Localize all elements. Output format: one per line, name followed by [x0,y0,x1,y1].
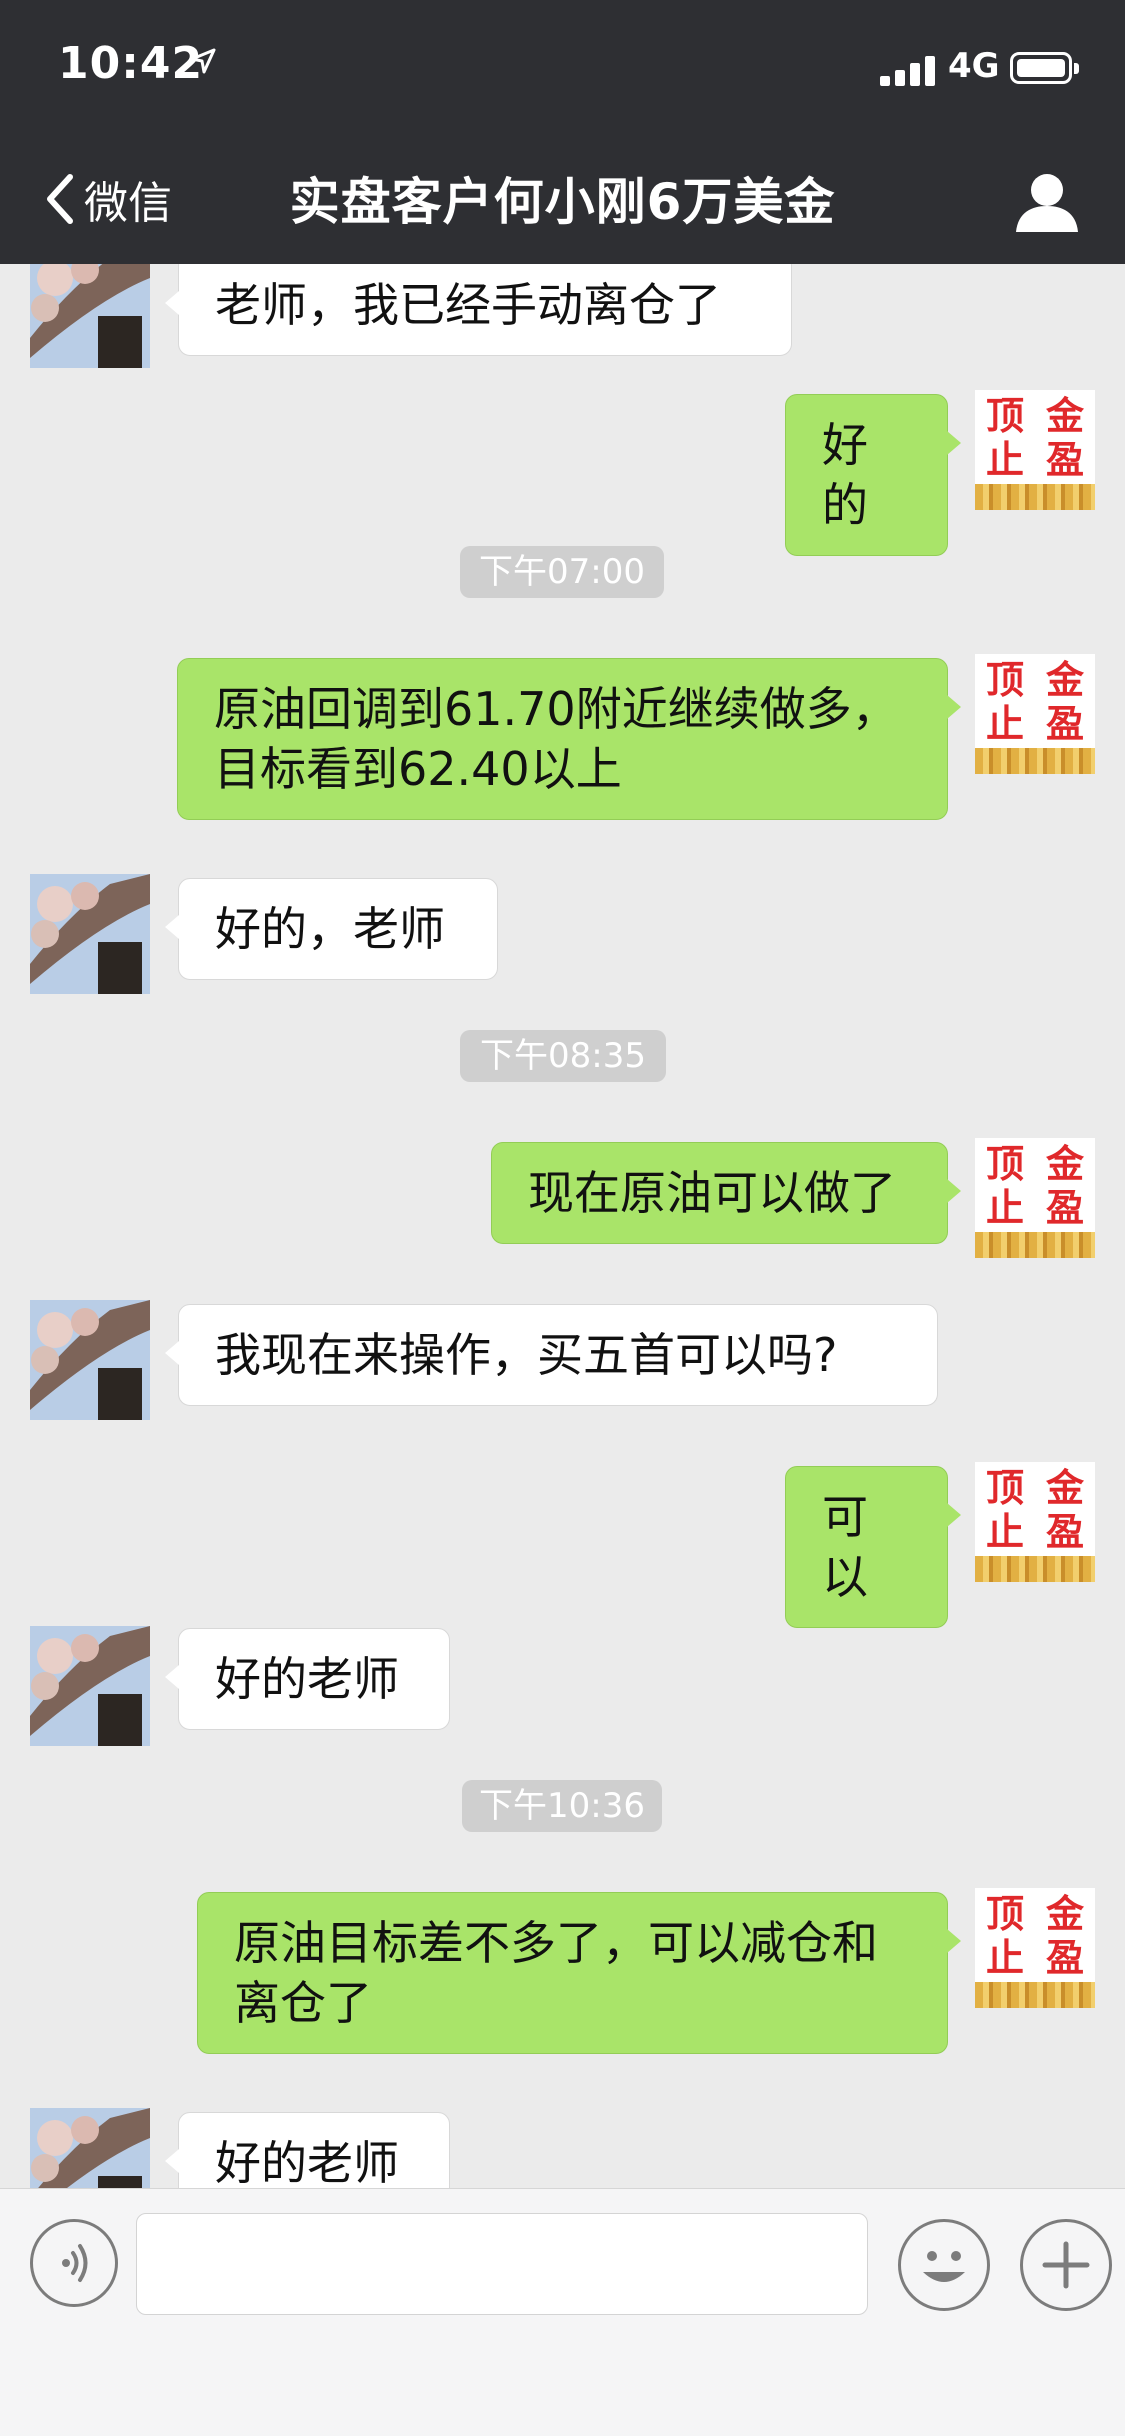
status-time: 10:42 [58,38,204,89]
contact-avatar[interactable] [30,264,150,368]
contact-info-button[interactable] [1012,170,1082,238]
coins-decoration [975,1232,1095,1258]
voice-button[interactable] [30,2219,118,2307]
network-type: 4G [948,46,1000,86]
self-avatar[interactable]: 顶 金 止 盈 [975,1888,1095,2008]
self-avatar[interactable]: 顶 金 止 盈 [975,654,1095,774]
emoji-button[interactable] [898,2219,990,2311]
wechat-chat-screen: 10:42 4G 微信 实盘客户何小刚6万美金 老师，我已经手动离仓了 好的 顶… [0,0,1125,2436]
contact-avatar[interactable] [30,1300,150,1420]
incoming-message-bubble[interactable]: 好的，老师 [165,878,498,980]
self-avatar[interactable]: 顶 金 止 盈 [975,390,1095,510]
incoming-message-bubble[interactable]: 我现在来操作，买五首可以吗? [165,1304,938,1406]
outgoing-message-bubble[interactable]: 原油目标差不多了，可以减仓和 离仓了 [197,1892,961,2054]
self-avatar[interactable]: 顶 金 止 盈 [975,1138,1095,1258]
contact-avatar[interactable] [30,2108,150,2188]
header: 10:42 4G 微信 实盘客户何小刚6万美金 [0,0,1125,264]
nav-bar: 微信 实盘客户何小刚6万美金 [0,132,1125,264]
message-input[interactable] [136,2213,868,2315]
contact-avatar[interactable] [30,1626,150,1746]
cellular-signal-icon [880,56,936,86]
location-arrow-icon [190,48,216,78]
battery-icon [1010,52,1079,84]
plus-icon [1042,2241,1090,2289]
incoming-message-bubble[interactable]: 好的老师 [165,2112,450,2188]
timestamp: 下午08:35 [460,1030,666,1082]
self-avatar[interactable]: 顶 金 止 盈 [975,1462,1095,1582]
person-icon [1016,174,1078,232]
outgoing-message-bubble[interactable]: 现在原油可以做了 [491,1142,961,1244]
timestamp: 下午07:00 [460,546,664,598]
outgoing-message-bubble[interactable]: 好的 [785,394,961,556]
incoming-message-bubble[interactable]: 老师，我已经手动离仓了 [165,264,792,356]
outgoing-message-bubble[interactable]: 可以 [785,1466,961,1628]
outgoing-message-bubble[interactable]: 原油回调到61.70附近继续做多， 目标看到62.40以上 [177,658,961,820]
coins-decoration [975,484,1095,510]
voice-icon [62,2244,88,2282]
coins-decoration [975,1982,1095,2008]
chat-title: 实盘客户何小刚6万美金 [289,173,836,231]
more-button[interactable] [1020,2219,1112,2311]
incoming-message-bubble[interactable]: 好的老师 [165,1628,450,1730]
coins-decoration [975,748,1095,774]
coins-decoration [975,1556,1095,1582]
emoji-icon [923,2251,965,2282]
contact-avatar[interactable] [30,874,150,994]
timestamp: 下午10:36 [462,1780,662,1832]
message-list[interactable]: 老师，我已经手动离仓了 好的 顶 金 止 盈 下午07:00 原油回调到61.7… [0,264,1125,2188]
status-bar: 10:42 4G [0,0,1125,132]
input-bar [0,2188,1125,2436]
